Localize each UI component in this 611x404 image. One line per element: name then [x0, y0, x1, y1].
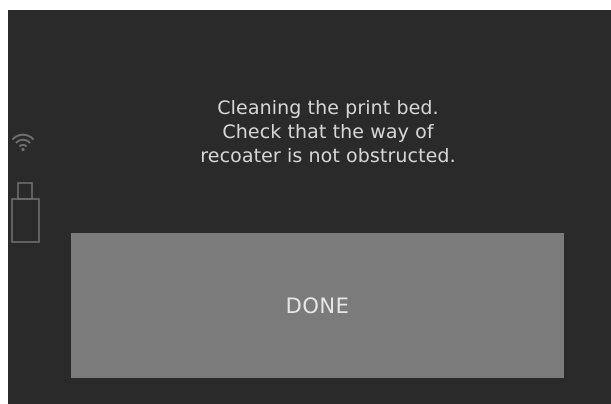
message-line-2: Check that the way of	[222, 121, 434, 143]
wifi-icon	[12, 133, 34, 152]
printer-dialog-screen: Cleaning the print bed. Check that the w…	[8, 10, 611, 404]
status-bar	[8, 128, 48, 258]
done-button[interactable]: DONE	[71, 233, 564, 378]
message-line-3: recoater is not obstructed.	[200, 145, 456, 167]
instruction-message: Cleaning the print bed. Check that the w…	[108, 96, 548, 168]
message-line-1: Cleaning the print bed.	[217, 97, 439, 119]
usb-drive-icon	[11, 182, 40, 243]
